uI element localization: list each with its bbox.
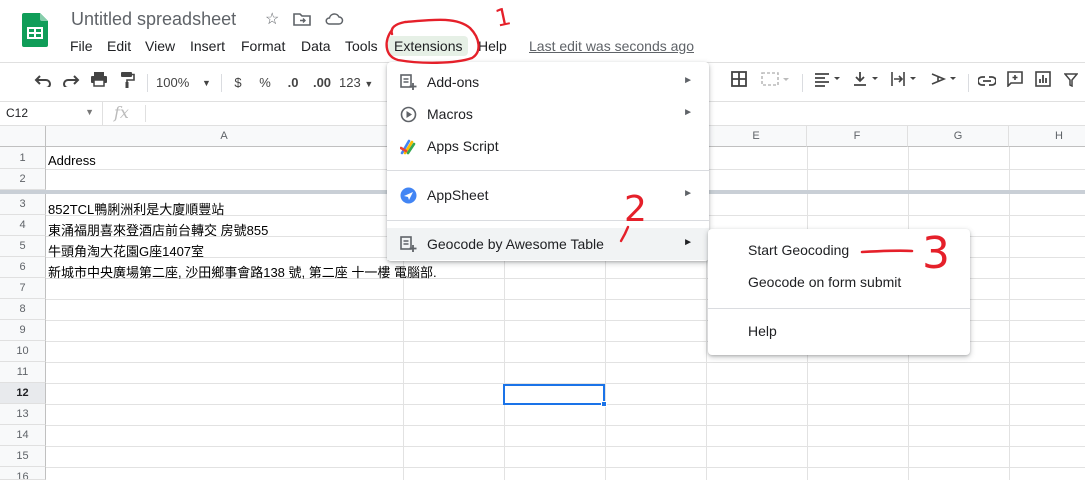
chevron-down-icon: ▼ xyxy=(364,79,374,89)
extensions-menu: Add-ons ► Macros ► Apps Script AppSheet … xyxy=(387,62,709,261)
menu-edit[interactable]: Edit xyxy=(107,38,131,54)
percent-format-button[interactable]: % xyxy=(256,71,274,95)
vertical-align-icon[interactable] xyxy=(850,71,882,95)
apps-script-icon xyxy=(399,138,417,155)
row-header[interactable]: 14 xyxy=(0,425,46,446)
zoom-select[interactable]: 100% ▼ xyxy=(156,71,216,95)
column-header-a[interactable]: A xyxy=(46,126,403,147)
cell-a1[interactable]: Address xyxy=(48,153,96,168)
extensions-menu-apps-script[interactable]: Apps Script xyxy=(387,130,709,162)
text-wrapping-icon[interactable] xyxy=(888,71,922,95)
zoom-value: 100% xyxy=(156,75,190,90)
borders-icon[interactable] xyxy=(728,71,750,95)
print-icon[interactable] xyxy=(88,71,110,95)
extensions-menu-macros[interactable]: Macros ► xyxy=(387,98,709,130)
menu-file[interactable]: File xyxy=(70,38,93,54)
cell-a3[interactable]: 852TCL鴨脷洲利是大廈順豐站 xyxy=(48,199,224,218)
menu-view[interactable]: View xyxy=(145,38,175,54)
text-rotation-icon[interactable] xyxy=(928,71,962,95)
row-header[interactable]: 4 xyxy=(0,215,46,236)
last-edit-link[interactable]: Last edit was seconds ago xyxy=(529,38,694,54)
addon-puzzle-icon xyxy=(400,236,417,253)
menu-format[interactable]: Format xyxy=(241,38,285,54)
row-header[interactable]: 9 xyxy=(0,320,46,341)
menu-data[interactable]: Data xyxy=(301,38,331,54)
row-header[interactable]: 10 xyxy=(0,341,46,362)
more-formats-label: 123 xyxy=(339,75,361,90)
row-header[interactable]: 6 xyxy=(0,257,46,278)
move-to-folder-icon[interactable] xyxy=(293,11,311,32)
fill-handle[interactable] xyxy=(601,401,607,407)
decrease-decimal-button[interactable]: .0 xyxy=(281,71,305,95)
row-header[interactable]: 13 xyxy=(0,404,46,425)
row-header[interactable]: 16 xyxy=(0,467,46,480)
submenu-help[interactable]: Help xyxy=(708,316,970,348)
annotation-step-1: 1 xyxy=(493,2,514,33)
geocode-submenu: Start Geocoding Geocode on form submit H… xyxy=(708,229,970,355)
row-header[interactable]: 15 xyxy=(0,446,46,467)
increase-decimal-button[interactable]: .00 xyxy=(309,71,335,95)
row-header[interactable]: 8 xyxy=(0,299,46,320)
row-header-selected[interactable]: 12 xyxy=(0,383,46,404)
select-all-corner[interactable] xyxy=(0,126,46,147)
submenu-geocode-on-form-submit[interactable]: Geocode on form submit xyxy=(708,267,970,299)
chevron-down-icon: ▼ xyxy=(202,78,211,88)
horizontal-align-icon[interactable] xyxy=(812,71,844,95)
row-header[interactable]: 3 xyxy=(0,194,46,215)
insert-chart-icon[interactable] xyxy=(1032,71,1054,95)
column-header-e[interactable]: E xyxy=(706,126,807,147)
row-header[interactable]: 11 xyxy=(0,362,46,383)
column-header-f[interactable]: F xyxy=(807,126,908,147)
row-header[interactable]: 1 xyxy=(0,147,46,169)
merge-cells-icon[interactable] xyxy=(758,71,794,95)
extensions-menu-appsheet[interactable]: AppSheet ► xyxy=(387,179,709,211)
currency-format-button[interactable]: $ xyxy=(229,71,247,95)
column-header-g[interactable]: G xyxy=(908,126,1009,147)
menu-extensions[interactable]: Extensions xyxy=(388,36,469,56)
row-header[interactable]: 2 xyxy=(0,169,46,190)
menu-tools[interactable]: Tools xyxy=(345,38,378,54)
menu-help[interactable]: Help xyxy=(478,38,507,54)
chevron-down-icon: ▼ xyxy=(85,107,94,117)
macros-icon xyxy=(400,106,417,123)
document-title[interactable]: Untitled spreadsheet xyxy=(71,9,236,30)
cloud-status-icon[interactable] xyxy=(324,11,344,32)
menu-insert[interactable]: Insert xyxy=(190,38,225,54)
insert-link-icon[interactable] xyxy=(976,71,998,95)
appsheet-icon xyxy=(400,187,417,204)
name-box[interactable]: C12 ▼ xyxy=(0,102,103,125)
paint-format-icon[interactable] xyxy=(116,71,138,95)
submenu-arrow-icon: ► xyxy=(683,107,693,118)
insert-comment-icon[interactable] xyxy=(1004,71,1026,95)
cell-a5[interactable]: 牛頭角淘大花園G座1407室 xyxy=(48,241,204,260)
extensions-menu-add-ons[interactable]: Add-ons ► xyxy=(387,66,709,98)
more-formats-select[interactable]: 123 ▼ xyxy=(339,71,375,95)
cell-a4[interactable]: 東涌福朋喜來登酒店前台轉交 房號855 xyxy=(48,220,268,239)
addons-icon xyxy=(400,74,417,91)
google-sheets-logo-icon[interactable] xyxy=(22,13,48,47)
column-header-h[interactable]: H xyxy=(1009,126,1085,147)
redo-icon[interactable] xyxy=(60,71,82,95)
cell-a6[interactable]: 新城市中央廣場第二座, 沙田鄉事會路138 號, 第二座 十一樓 電腦部. xyxy=(48,262,437,281)
row-header[interactable]: 5 xyxy=(0,236,46,257)
fx-icon: fx xyxy=(114,103,129,122)
star-icon[interactable]: ☆ xyxy=(265,11,279,29)
extensions-menu-geocode-by-awesome-table[interactable]: Geocode by Awesome Table ► xyxy=(387,228,709,260)
submenu-arrow-icon: ► xyxy=(683,188,693,199)
filter-icon[interactable] xyxy=(1060,71,1082,95)
cell-reference: C12 xyxy=(6,106,29,120)
selected-cell-c12[interactable] xyxy=(503,384,607,407)
submenu-arrow-icon: ► xyxy=(683,237,693,248)
undo-icon[interactable] xyxy=(32,71,54,95)
submenu-arrow-icon: ► xyxy=(683,75,693,86)
row-header[interactable]: 7 xyxy=(0,278,46,299)
submenu-start-geocoding[interactable]: Start Geocoding xyxy=(708,235,970,267)
